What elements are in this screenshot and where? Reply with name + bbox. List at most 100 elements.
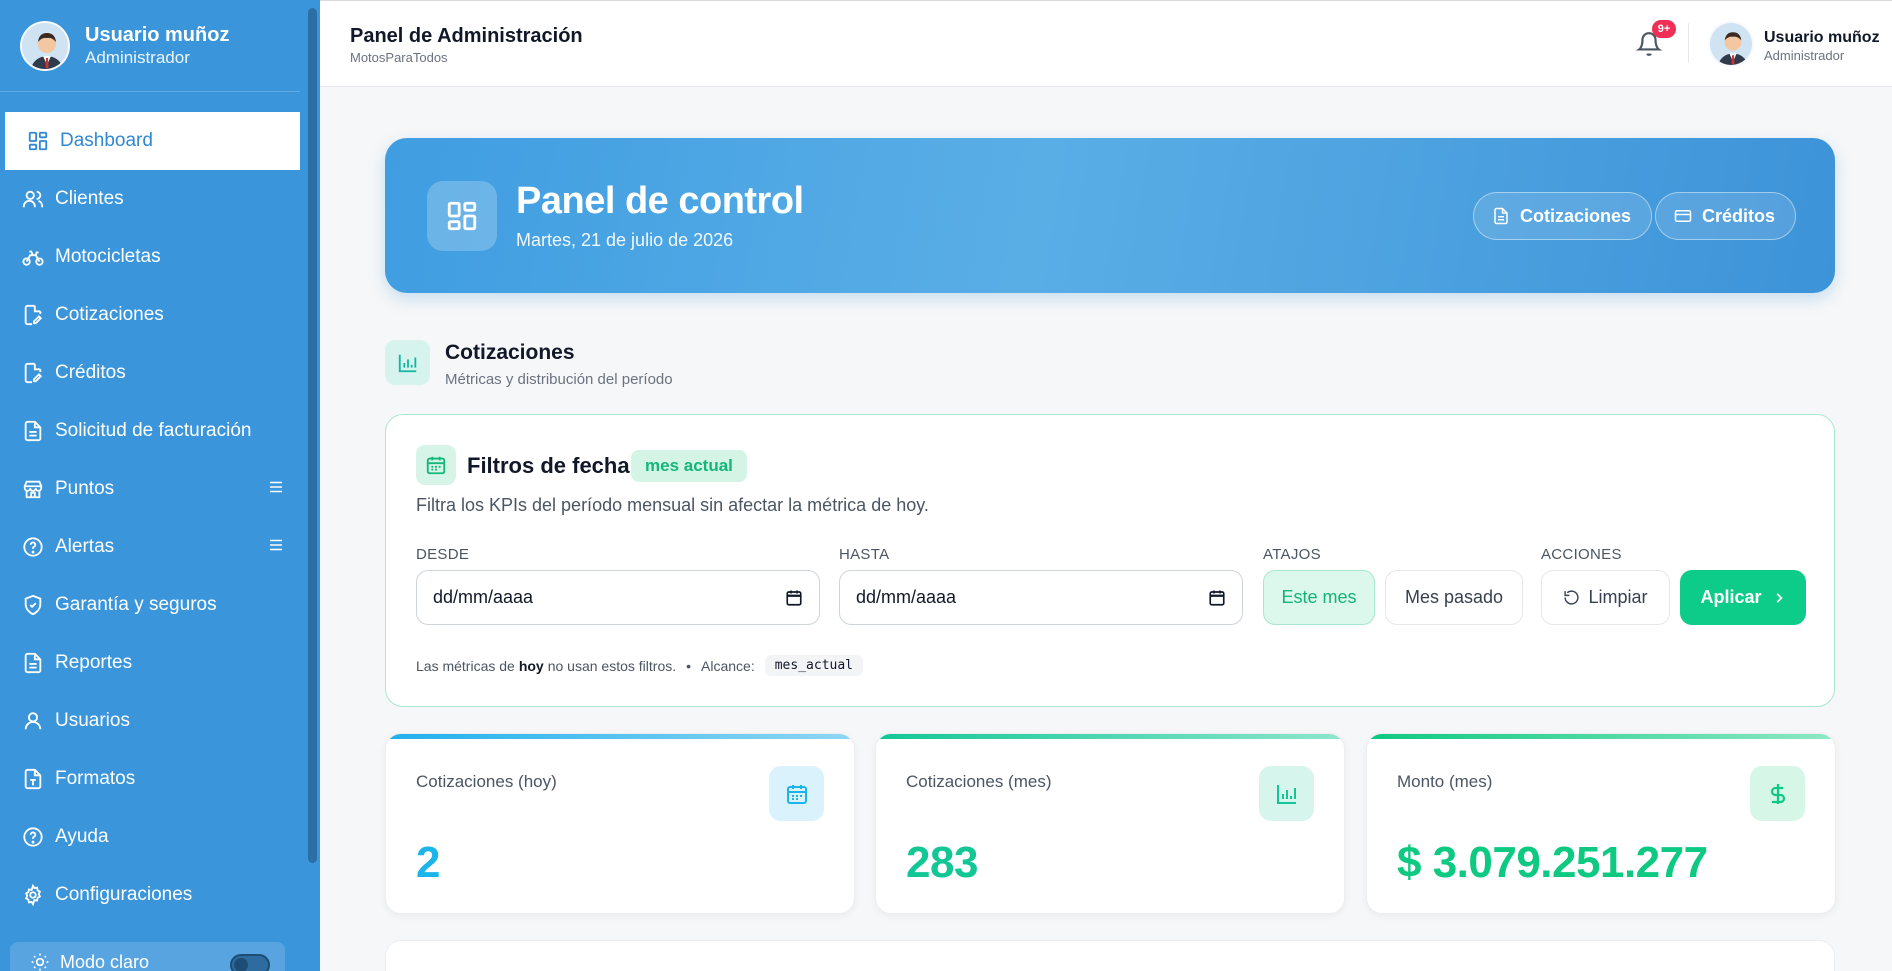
sidebar-item-puntos[interactable]: Puntos (0, 460, 300, 518)
sidebar-item-creditos[interactable]: Créditos (0, 344, 300, 402)
sidebar: Usuario muñoz Administrador Dashboard Cl… (0, 0, 320, 971)
topbar-user-role: Administrador (1764, 48, 1845, 63)
kpi-accent-bar (876, 734, 1344, 739)
document-icon (1492, 207, 1510, 225)
kpi-value: $ 3.079.251.277 (1397, 838, 1708, 887)
desde-date-input[interactable]: dd/mm/aaaa (416, 570, 820, 625)
reset-icon (1563, 589, 1580, 606)
date-filters-card: Filtros de fecha mes actual Filtra los K… (385, 414, 1835, 707)
sidebar-item-reportes[interactable]: Reportes (0, 634, 300, 692)
sidebar-item-garantia[interactable]: Garantía y seguros (0, 576, 300, 634)
kpi-accent-bar (386, 734, 854, 739)
divider (1688, 23, 1689, 63)
dashboard-icon (25, 128, 51, 154)
document-icon (20, 418, 46, 444)
next-card (385, 940, 1835, 971)
dollar-icon (1750, 766, 1805, 821)
section-title: Cotizaciones (445, 341, 575, 364)
sidebar-item-dashboard[interactable]: Dashboard (5, 112, 300, 170)
sidebar-user-name: Usuario muñoz (85, 23, 230, 46)
bar-chart-icon (385, 340, 430, 385)
sidebar-item-label: Dashboard (60, 130, 153, 151)
sidebar-item-label: Puntos (55, 478, 115, 499)
section-subtitle: Métricas y distribución del período (445, 371, 673, 388)
hasta-label: HASTA (839, 546, 890, 563)
sidebar-item-alertas[interactable]: Alertas (0, 518, 300, 576)
menu-icon[interactable] (267, 478, 285, 502)
kpi-label: Monto (mes) (1397, 772, 1493, 791)
sidebar-user: Usuario muñoz Administrador (0, 0, 300, 92)
sidebar-item-formatos[interactable]: Formatos (0, 750, 300, 808)
footnote-bold: hoy (518, 657, 544, 674)
footnote-bullet: • (686, 657, 692, 674)
sidebar-item-usuarios[interactable]: Usuarios (0, 692, 300, 750)
menu-icon[interactable] (267, 536, 285, 560)
filters-title: Filtros de fecha (467, 453, 630, 478)
users-icon (20, 186, 46, 212)
calendar-icon[interactable] (785, 589, 803, 612)
notification-badge: 9+ (1652, 20, 1676, 38)
chevron-right-icon (1772, 591, 1786, 605)
theme-mode-label: Modo claro (60, 951, 150, 971)
calendar-icon (769, 766, 824, 821)
avatar[interactable] (20, 20, 70, 71)
desde-date-value: dd/mm/aaaa (433, 587, 534, 607)
status-badge: mes actual (631, 450, 747, 482)
sidebar-item-ayuda[interactable]: Ayuda (0, 808, 300, 866)
acciones-label: ACCIONES (1541, 546, 1622, 563)
aplicar-button[interactable]: Aplicar (1680, 570, 1806, 625)
topbar: Panel de Administración MotosParaTodos 9… (320, 0, 1892, 87)
mes-pasado-button[interactable]: Mes pasado (1385, 570, 1523, 625)
kpi-accent-bar (1367, 734, 1835, 739)
kpi-card-cotizaciones-mes: Cotizaciones (mes) 283 (875, 733, 1345, 914)
limpiar-button[interactable]: Limpiar (1541, 570, 1670, 625)
calendar-icon (416, 445, 456, 485)
sidebar-item-label: Garantía y seguros (55, 594, 217, 615)
sidebar-item-motocicletas[interactable]: Motocicletas (0, 228, 300, 286)
sidebar-item-configuraciones[interactable]: Configuraciones (0, 866, 300, 924)
kpi-label: Cotizaciones (hoy) (416, 772, 557, 791)
sidebar-item-solicitud-facturacion[interactable]: Solicitud de facturación (0, 402, 300, 460)
file-text-icon (20, 766, 46, 792)
este-mes-button[interactable]: Este mes (1263, 570, 1375, 625)
sidebar-item-label: Créditos (55, 362, 126, 383)
gear-icon (20, 882, 46, 908)
help-circle-icon (20, 534, 46, 560)
sidebar-item-label: Formatos (55, 768, 136, 789)
sidebar-item-clientes[interactable]: Clientes (0, 170, 300, 228)
topbar-user-name[interactable]: Usuario muñoz (1764, 29, 1880, 47)
sidebar-item-label: Cotizaciones (55, 304, 164, 325)
footnote-alcance: Alcance: (701, 657, 755, 674)
kpi-value: 283 (906, 838, 978, 887)
hero-title: Panel de control (516, 180, 804, 222)
creditos-button-label: Créditos (1702, 205, 1776, 226)
sidebar-item-label: Reportes (55, 652, 133, 673)
theme-mode-row[interactable]: Modo claro (10, 942, 285, 971)
cotizaciones-button[interactable]: Cotizaciones (1473, 192, 1653, 240)
sidebar-item-label: Clientes (55, 188, 124, 209)
sidebar-item-label: Solicitud de facturación (55, 420, 252, 441)
kpi-card-cotizaciones-hoy: Cotizaciones (hoy) 2 (385, 733, 855, 914)
document-icon (20, 650, 46, 676)
sun-icon (30, 952, 50, 971)
cotizaciones-button-label: Cotizaciones (1520, 205, 1632, 226)
filters-description: Filtra los KPIs del período mensual sin … (416, 495, 929, 515)
avatar[interactable] (1708, 21, 1754, 67)
sidebar-item-label: Configuraciones (55, 884, 193, 905)
sidebar-scrollbar[interactable] (308, 8, 317, 863)
file-edit-icon (20, 302, 46, 328)
footnote-pre: Las métricas de (416, 657, 515, 674)
desde-label: DESDE (416, 546, 470, 563)
sidebar-item-label: Usuarios (55, 710, 130, 731)
calendar-icon[interactable] (1208, 589, 1226, 612)
creditos-button[interactable]: Créditos (1655, 192, 1797, 240)
page-title: Panel de Administración (350, 25, 583, 47)
aplicar-button-label: Aplicar (1700, 587, 1762, 607)
sidebar-item-cotizaciones[interactable]: Cotizaciones (0, 286, 300, 344)
hasta-date-input[interactable]: dd/mm/aaaa (839, 570, 1243, 625)
sidebar-item-label: Alertas (55, 536, 115, 557)
hero-banner: Panel de control Martes, 21 de julio de … (385, 138, 1835, 293)
shield-icon (20, 592, 46, 618)
user-icon (20, 708, 46, 734)
theme-toggle[interactable] (230, 954, 270, 971)
